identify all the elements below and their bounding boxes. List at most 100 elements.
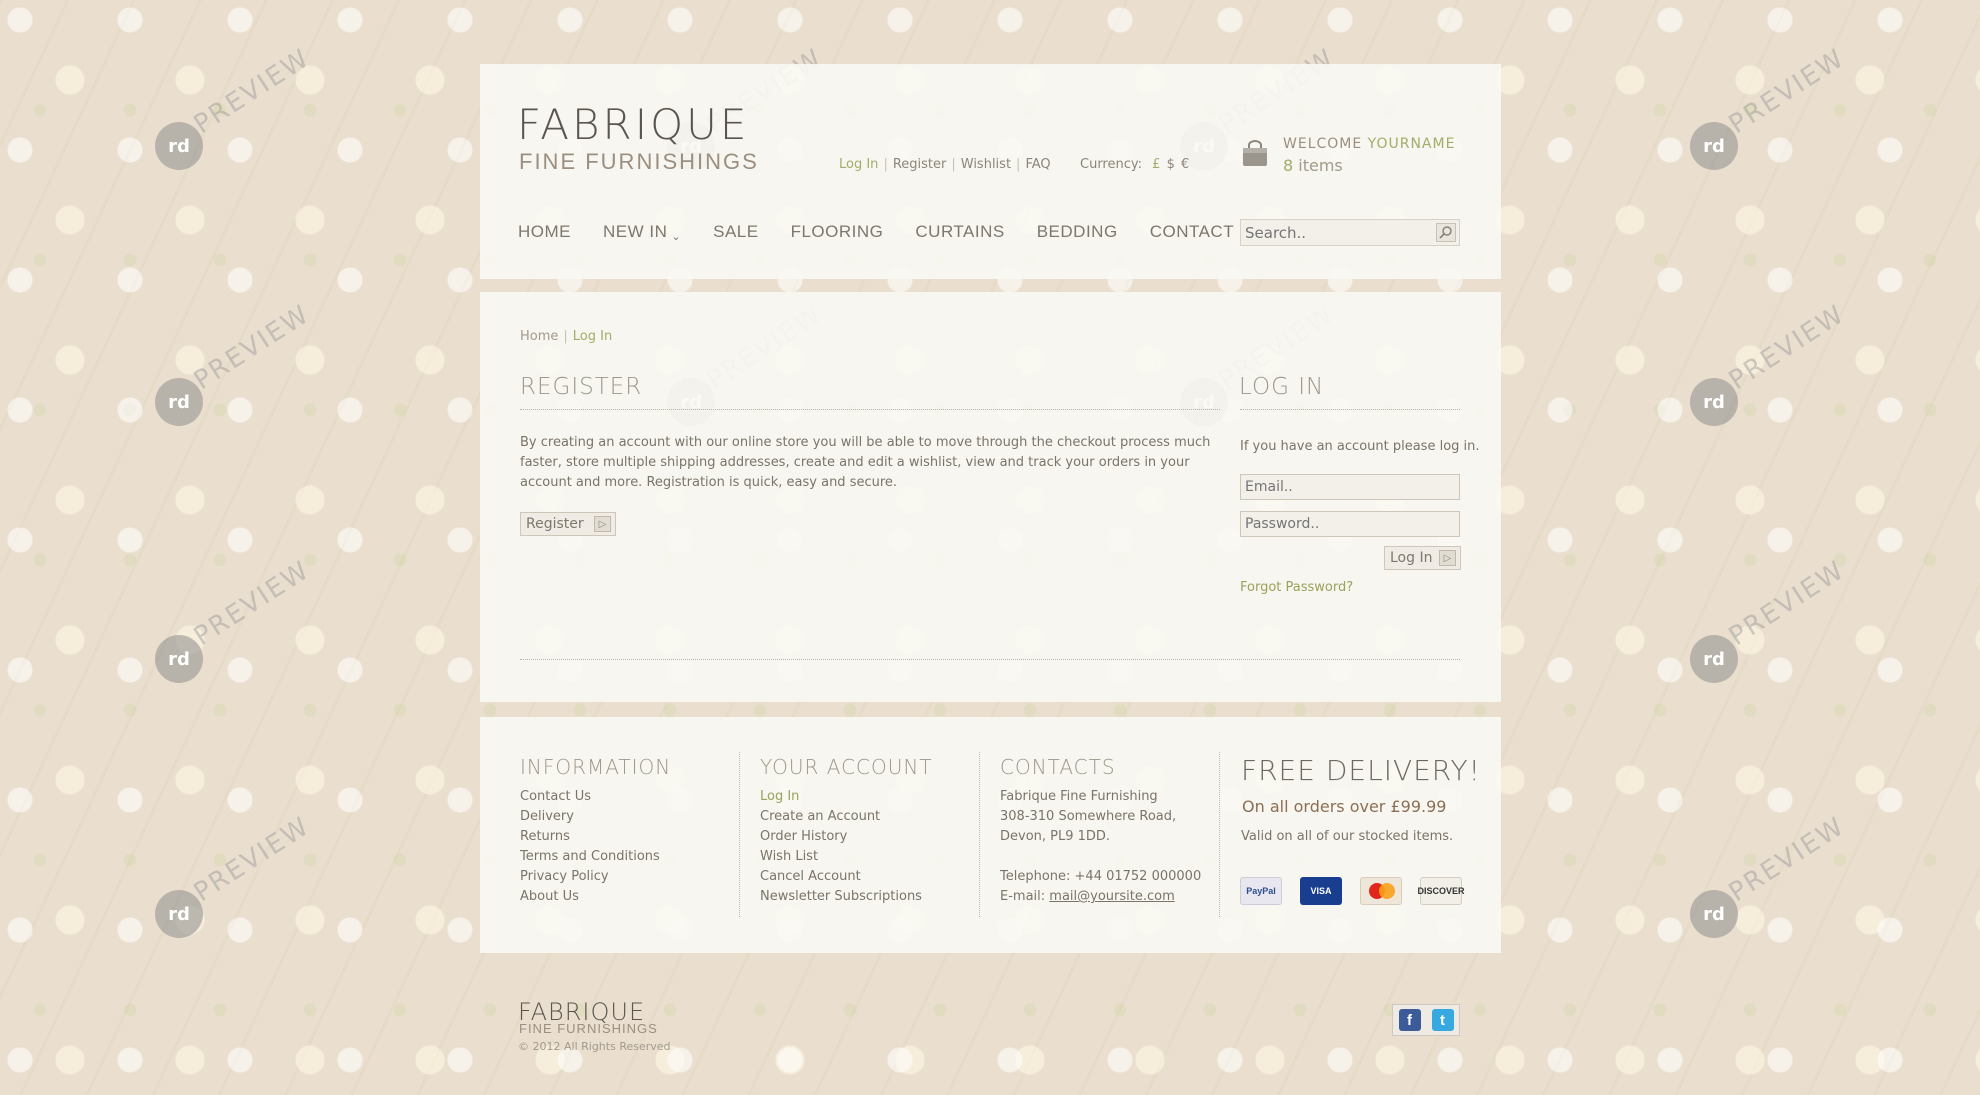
watermark-text: PREVIEW <box>188 811 316 908</box>
column-divider <box>739 752 740 917</box>
footer-account-title: YOUR ACCOUNT <box>760 755 933 779</box>
watermark-logo: rd <box>1690 890 1738 938</box>
search-button[interactable] <box>1436 223 1456 242</box>
separator: | <box>883 157 888 172</box>
content-bottom-divider <box>520 659 1460 660</box>
register-divider <box>520 409 1220 410</box>
separator: | <box>1016 157 1021 172</box>
visa-icon: VISA <box>1300 877 1342 905</box>
contact-email-row: E-mail: mail@yoursite.com <box>1000 887 1201 907</box>
main-content: Home | Log In REGISTER By creating an acco… <box>480 292 1501 702</box>
discover-icon: DISCOVER <box>1418 877 1465 905</box>
toplink-log-in[interactable]: Log In <box>839 157 878 172</box>
free-delivery-note: Valid on all of our stocked items. <box>1241 829 1454 844</box>
footer-link-wish-list[interactable]: Wish List <box>760 847 933 867</box>
watermark-text: PREVIEW <box>1723 555 1851 652</box>
footer-your-account: YOUR ACCOUNT Log In Create an Account Or… <box>760 755 933 907</box>
watermark-logo: rd <box>1690 122 1738 170</box>
footer-link-cancel-account[interactable]: Cancel Account <box>760 867 933 887</box>
arrow-right-icon: ▷ <box>594 516 611 532</box>
footer-link-terms[interactable]: Terms and Conditions <box>520 847 671 867</box>
breadcrumb: Home | Log In <box>520 329 612 344</box>
footer-link-newsletter[interactable]: Newsletter Subscriptions <box>760 887 933 907</box>
footer-contacts: CONTACTS Fabrique Fine Furnishing 308-31… <box>1000 755 1201 907</box>
footer-link-order-history[interactable]: Order History <box>760 827 933 847</box>
watermark-text: PREVIEW <box>1723 43 1851 140</box>
login-divider <box>1240 409 1460 410</box>
footer-link-log-in[interactable]: Log In <box>760 787 933 807</box>
nav-curtains[interactable]: CURTAINS <box>915 222 1004 243</box>
logo-subtitle: FINE FURNISHINGS <box>519 149 759 174</box>
watermark-text: PREVIEW <box>188 299 316 396</box>
contact-address-line1: 308-310 Somewhere Road, <box>1000 809 1177 824</box>
footer-link-returns[interactable]: Returns <box>520 827 671 847</box>
footer-link-delivery[interactable]: Delivery <box>520 807 671 827</box>
facebook-icon[interactable]: f <box>1398 1009 1421 1031</box>
watermark-text: PREVIEW <box>1723 811 1851 908</box>
footer-link-contact-us[interactable]: Contact Us <box>520 787 671 807</box>
login-button-label: Log In <box>1390 550 1433 566</box>
forgot-password-link[interactable]: Forgot Password? <box>1240 580 1353 595</box>
contact-email-label: E-mail: <box>1000 889 1050 904</box>
currency-label: Currency: <box>1080 157 1143 172</box>
paypal-icon: PayPal <box>1240 877 1282 905</box>
footer-information: INFORMATION Contact Us Delivery Returns … <box>520 755 671 907</box>
nav-new-in[interactable]: NEW IN ⌄ <box>603 222 681 243</box>
email-input[interactable] <box>1241 475 1459 499</box>
shopping-bag-icon[interactable] <box>1240 140 1270 168</box>
search-input[interactable] <box>1241 220 1421 245</box>
nav-new-in-label: NEW IN <box>603 222 668 241</box>
cart-count[interactable]: 8 items <box>1283 156 1343 175</box>
separator: | <box>951 157 956 172</box>
footer-information-title: INFORMATION <box>520 755 672 779</box>
contact-company: Fabrique Fine Furnishing <box>1000 789 1158 804</box>
watermark-text: PREVIEW <box>188 43 316 140</box>
copyright: © 2012 All Rights Reserved <box>518 1040 671 1053</box>
password-input[interactable] <box>1241 512 1459 536</box>
chevron-down-icon: ⌄ <box>671 231 682 243</box>
logo-title[interactable]: FABRIQUE <box>517 100 749 149</box>
currency-eur[interactable]: € <box>1181 157 1189 172</box>
watermark-text: PREVIEW <box>188 555 316 652</box>
contact-telephone: Telephone: +44 01752 000000 <box>1000 869 1202 884</box>
watermark-logo: rd <box>155 890 203 938</box>
search-icon <box>1439 226 1452 239</box>
user-name[interactable]: YOURNAME <box>1368 136 1456 152</box>
payment-cards: PayPal VISA DISCOVER <box>1240 877 1465 905</box>
social-links: f t <box>1392 1004 1460 1036</box>
watermark-logo: rd <box>155 635 203 683</box>
column-divider <box>1219 752 1220 917</box>
login-title: LOG IN <box>1239 374 1325 400</box>
breadcrumb-home[interactable]: Home <box>520 329 558 344</box>
register-description: By creating an account with our online s… <box>520 435 1211 490</box>
cart-item-count: 8 <box>1283 156 1294 175</box>
nav-home[interactable]: HOME <box>518 222 571 243</box>
register-title: REGISTER <box>520 374 643 400</box>
currency-usd[interactable]: $ <box>1167 157 1175 172</box>
footer-logo-subtitle: FINE FURNISHINGS <box>519 1021 658 1036</box>
register-button[interactable]: Register ▷ <box>520 512 616 536</box>
footer-link-create-account[interactable]: Create an Account <box>760 807 933 827</box>
column-divider <box>979 752 980 917</box>
footer-links: INFORMATION Contact Us Delivery Returns … <box>480 717 1501 953</box>
footer-link-privacy[interactable]: Privacy Policy <box>520 867 671 887</box>
free-delivery-subtitle: On all orders over £99.99 <box>1242 797 1447 816</box>
nav-bedding[interactable]: BEDDING <box>1037 222 1118 243</box>
currency-gbp[interactable]: £ <box>1152 157 1160 172</box>
login-info: If you have an account please log in. <box>1240 439 1480 454</box>
watermark-logo: rd <box>1690 635 1738 683</box>
twitter-icon[interactable]: t <box>1431 1009 1454 1031</box>
footer-link-about[interactable]: About Us <box>520 887 671 907</box>
nav-sale[interactable]: SALE <box>713 222 758 243</box>
main-nav: HOME NEW IN ⌄ SALE FLOORING CURTAINS BEDD… <box>518 222 1296 243</box>
contact-address-line2: Devon, PL9 1DD. <box>1000 829 1111 844</box>
contact-email-link[interactable]: mail@yoursite.com <box>1049 889 1174 904</box>
toplink-wishlist[interactable]: Wishlist <box>961 157 1011 172</box>
login-button[interactable]: Log In ▷ <box>1384 546 1461 570</box>
toplink-register[interactable]: Register <box>893 157 947 172</box>
mastercard-icon <box>1360 877 1402 905</box>
toplink-faq[interactable]: FAQ <box>1025 157 1050 172</box>
footer-contacts-title: CONTACTS <box>1000 755 1116 779</box>
nav-flooring[interactable]: FLOORING <box>791 222 884 243</box>
